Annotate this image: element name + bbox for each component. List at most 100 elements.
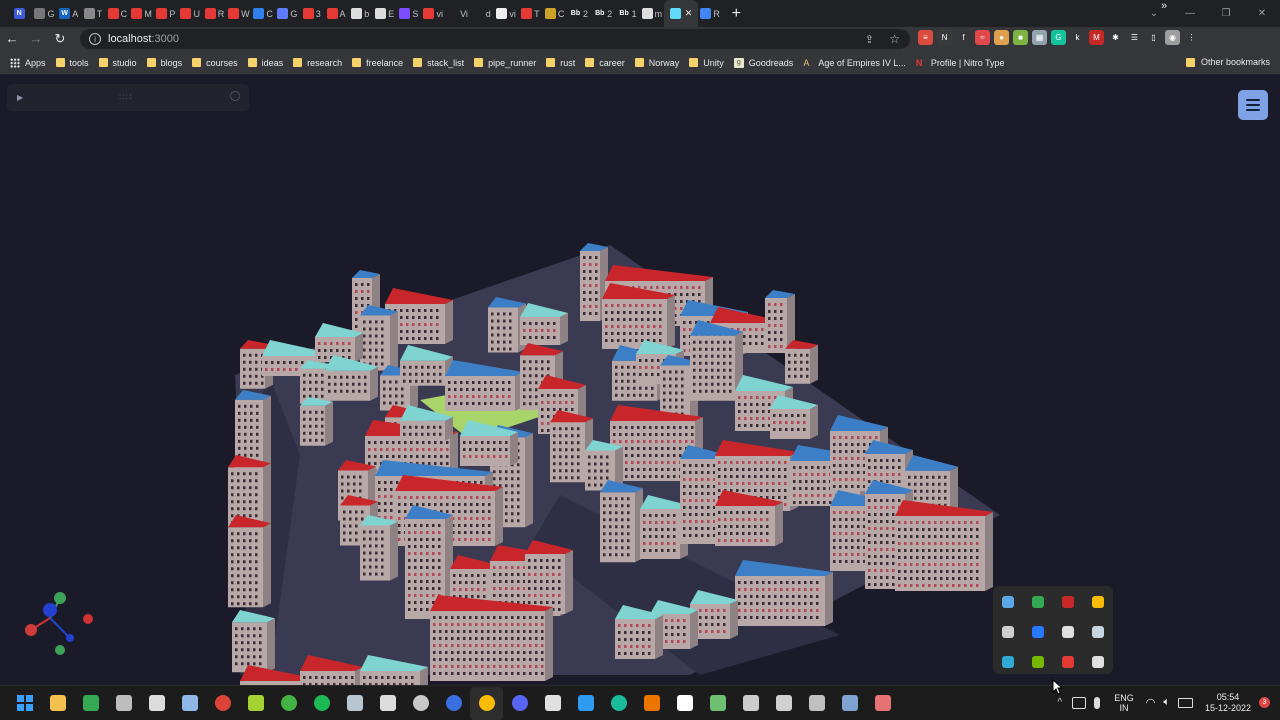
bookmark-courses[interactable]: courses bbox=[192, 58, 238, 68]
browser-tab[interactable]: S bbox=[397, 0, 421, 27]
bookmark-tools[interactable]: tools bbox=[55, 58, 89, 68]
new-ext-icon[interactable]: N bbox=[937, 30, 952, 45]
bookmark-profile-nitro-type[interactable]: N Profile | Nitro Type bbox=[916, 58, 1005, 68]
bookmark-apps[interactable]: Apps bbox=[10, 57, 46, 68]
hamburger-menu-button[interactable] bbox=[1238, 90, 1268, 120]
bookmark-ideas[interactable]: ideas bbox=[247, 58, 283, 68]
volume-icon[interactable]: 🔈︎ bbox=[1163, 696, 1170, 709]
controls-panel[interactable]: ▶ ∷∷ bbox=[7, 84, 249, 111]
chrome-icon[interactable] bbox=[1092, 596, 1104, 608]
back-button[interactable]: ← bbox=[0, 27, 24, 51]
browser-tab[interactable]: Bb 2 bbox=[591, 0, 615, 27]
m-ext-icon[interactable]: M bbox=[1089, 30, 1104, 45]
bookmark-research[interactable]: research bbox=[293, 58, 342, 68]
kebab-menu-icon[interactable]: ⋮ bbox=[1184, 30, 1199, 45]
browser-tab[interactable]: G bbox=[32, 0, 56, 27]
browser-tab[interactable]: m bbox=[640, 0, 664, 27]
browser-tab[interactable]: 3 bbox=[300, 0, 324, 27]
fx-ext-icon[interactable]: f bbox=[956, 30, 971, 45]
epic-app-button[interactable] bbox=[371, 687, 404, 720]
queue-ext-icon[interactable]: ☰ bbox=[1127, 30, 1142, 45]
file-explorer-button[interactable] bbox=[41, 687, 74, 720]
new-tab-button[interactable]: + bbox=[726, 5, 746, 23]
bookmark-pipe-runner[interactable]: pipe_runner bbox=[474, 58, 536, 68]
sidepanel-ext-icon[interactable]: ▯ bbox=[1146, 30, 1161, 45]
profile-avatar-icon[interactable]: ◉ bbox=[1165, 30, 1180, 45]
browser-tab[interactable]: U bbox=[178, 0, 202, 27]
blender-button[interactable] bbox=[635, 687, 668, 720]
drag-handle-icon[interactable]: ∷∷ bbox=[119, 92, 132, 103]
browser-tab[interactable]: E bbox=[372, 0, 396, 27]
davinci-button[interactable] bbox=[734, 687, 767, 720]
browser-tab[interactable]: W bbox=[227, 0, 251, 27]
todoist-ext-icon[interactable]: ≡ bbox=[918, 30, 933, 45]
tray-overflow-arrow[interactable]: ^ bbox=[1058, 697, 1063, 708]
bookmark-age-of-empires-iv-l-[interactable]: A Age of Empires IV L... bbox=[803, 58, 906, 68]
drive-app-button[interactable] bbox=[74, 687, 107, 720]
browser-tab[interactable]: R bbox=[202, 0, 226, 27]
browser-tab[interactable]: ✕ bbox=[664, 0, 699, 27]
epic-games-icon[interactable] bbox=[1002, 626, 1014, 638]
browser-tab[interactable]: N bbox=[8, 0, 32, 27]
browser-tab[interactable]: G bbox=[275, 0, 299, 27]
share-icon[interactable]: ⇪ bbox=[865, 33, 874, 46]
address-bar[interactable]: i localhost:3000 ⇪ ☆ bbox=[80, 29, 910, 49]
terminal-button[interactable] bbox=[701, 687, 734, 720]
input-language[interactable]: ENG IN bbox=[1114, 693, 1134, 713]
bookmark-studio[interactable]: studio bbox=[98, 58, 137, 68]
vscode-app-button[interactable] bbox=[569, 687, 602, 720]
bookmark-blogs[interactable]: blogs bbox=[146, 58, 182, 68]
gitkraken-button[interactable] bbox=[602, 687, 635, 720]
close-window-icon[interactable]: ✕ bbox=[1244, 0, 1280, 27]
bookmark-unity[interactable]: Unity bbox=[689, 58, 724, 68]
unity-app-button[interactable] bbox=[767, 687, 800, 720]
browser-tab[interactable]: Bb 2 bbox=[567, 0, 591, 27]
spotify-button[interactable] bbox=[305, 687, 338, 720]
minimize-icon[interactable]: — bbox=[1172, 0, 1208, 27]
unity-hub-button[interactable] bbox=[107, 687, 140, 720]
close-tab-icon[interactable]: ✕ bbox=[685, 8, 693, 19]
browser-tab[interactable]: Vi bbox=[445, 0, 469, 27]
unreal-button[interactable] bbox=[536, 687, 569, 720]
obs-button[interactable] bbox=[404, 687, 437, 720]
reload-button[interactable]: ↻ bbox=[48, 27, 72, 51]
browser-tab[interactable]: vi bbox=[494, 0, 518, 27]
drive-icon[interactable] bbox=[1032, 596, 1044, 608]
browser-tab[interactable]: R bbox=[698, 0, 722, 27]
chrome-active-button[interactable] bbox=[470, 686, 503, 720]
wifi-icon[interactable]: ◠ bbox=[1146, 696, 1156, 709]
mcafee-icon[interactable] bbox=[1062, 596, 1074, 608]
browser-tab[interactable]: WA bbox=[57, 0, 81, 27]
photo-editor-button[interactable] bbox=[833, 687, 866, 720]
notion-app-button[interactable] bbox=[668, 687, 701, 720]
expand-triangle-icon[interactable]: ▶ bbox=[17, 93, 23, 102]
browser-tab[interactable]: C bbox=[105, 0, 129, 27]
nvidia-icon[interactable] bbox=[1032, 656, 1044, 668]
steam-app-button[interactable] bbox=[338, 687, 371, 720]
search-icon[interactable] bbox=[230, 91, 240, 101]
snip-tool-button[interactable] bbox=[866, 687, 899, 720]
bookmark-star-icon[interactable]: ☆ bbox=[889, 32, 900, 46]
cube-ext-icon[interactable]: ■ bbox=[1013, 30, 1028, 45]
grammarly-ext-icon[interactable]: G bbox=[1051, 30, 1066, 45]
browser-tab[interactable]: b bbox=[348, 0, 372, 27]
k-ext-icon[interactable]: k bbox=[1070, 30, 1085, 45]
browser-tab[interactable]: C bbox=[251, 0, 275, 27]
bookmark-rust[interactable]: rust bbox=[546, 58, 575, 68]
bookmark-freelance[interactable]: freelance bbox=[352, 58, 403, 68]
maximize-icon[interactable]: ❐ bbox=[1208, 0, 1244, 27]
bluetooth-icon[interactable] bbox=[1032, 626, 1044, 638]
browser-tab[interactable]: d bbox=[470, 0, 494, 27]
browser-tab[interactable]: C bbox=[543, 0, 567, 27]
reverse-icon[interactable] bbox=[1062, 656, 1074, 668]
cube-app-button[interactable] bbox=[239, 687, 272, 720]
browser-tab[interactable]: P bbox=[154, 0, 178, 27]
axis-gizmo[interactable] bbox=[20, 588, 100, 658]
bookmark-goodreads[interactable]: g Goodreads bbox=[733, 57, 793, 68]
puzzle-ext-icon[interactable]: ✱ bbox=[1108, 30, 1123, 45]
microphone-icon[interactable] bbox=[1094, 696, 1101, 709]
browser-tab[interactable]: M bbox=[129, 0, 153, 27]
notification-badge[interactable]: 3 bbox=[1259, 697, 1270, 708]
calculator-button[interactable] bbox=[140, 687, 173, 720]
browser-tab[interactable]: A bbox=[324, 0, 348, 27]
